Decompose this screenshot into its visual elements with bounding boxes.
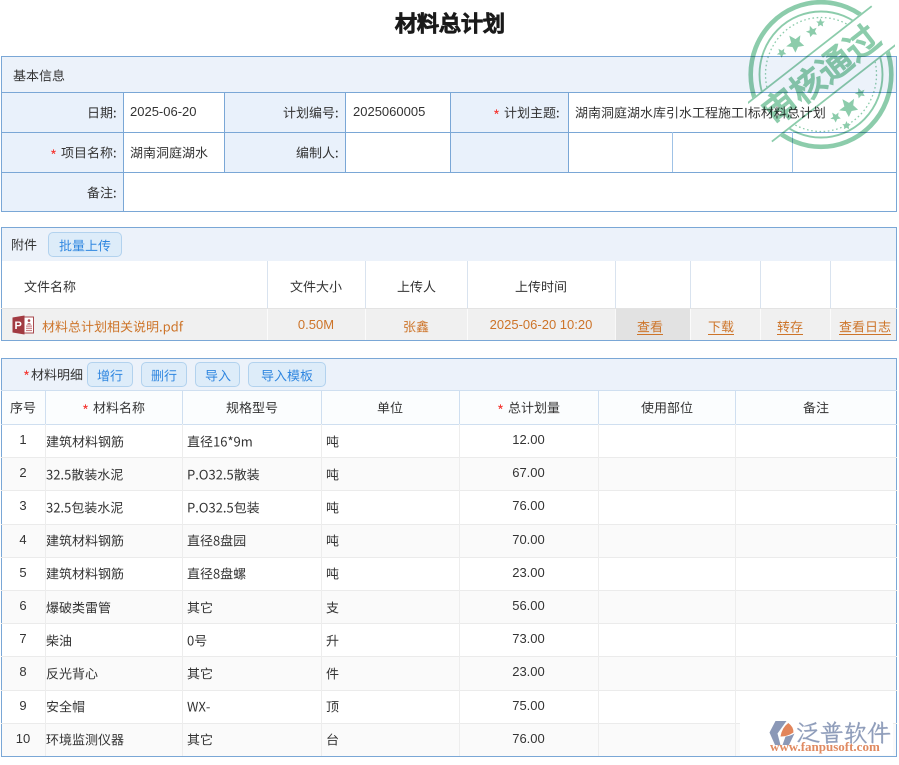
svg-text:P: P — [15, 320, 22, 332]
